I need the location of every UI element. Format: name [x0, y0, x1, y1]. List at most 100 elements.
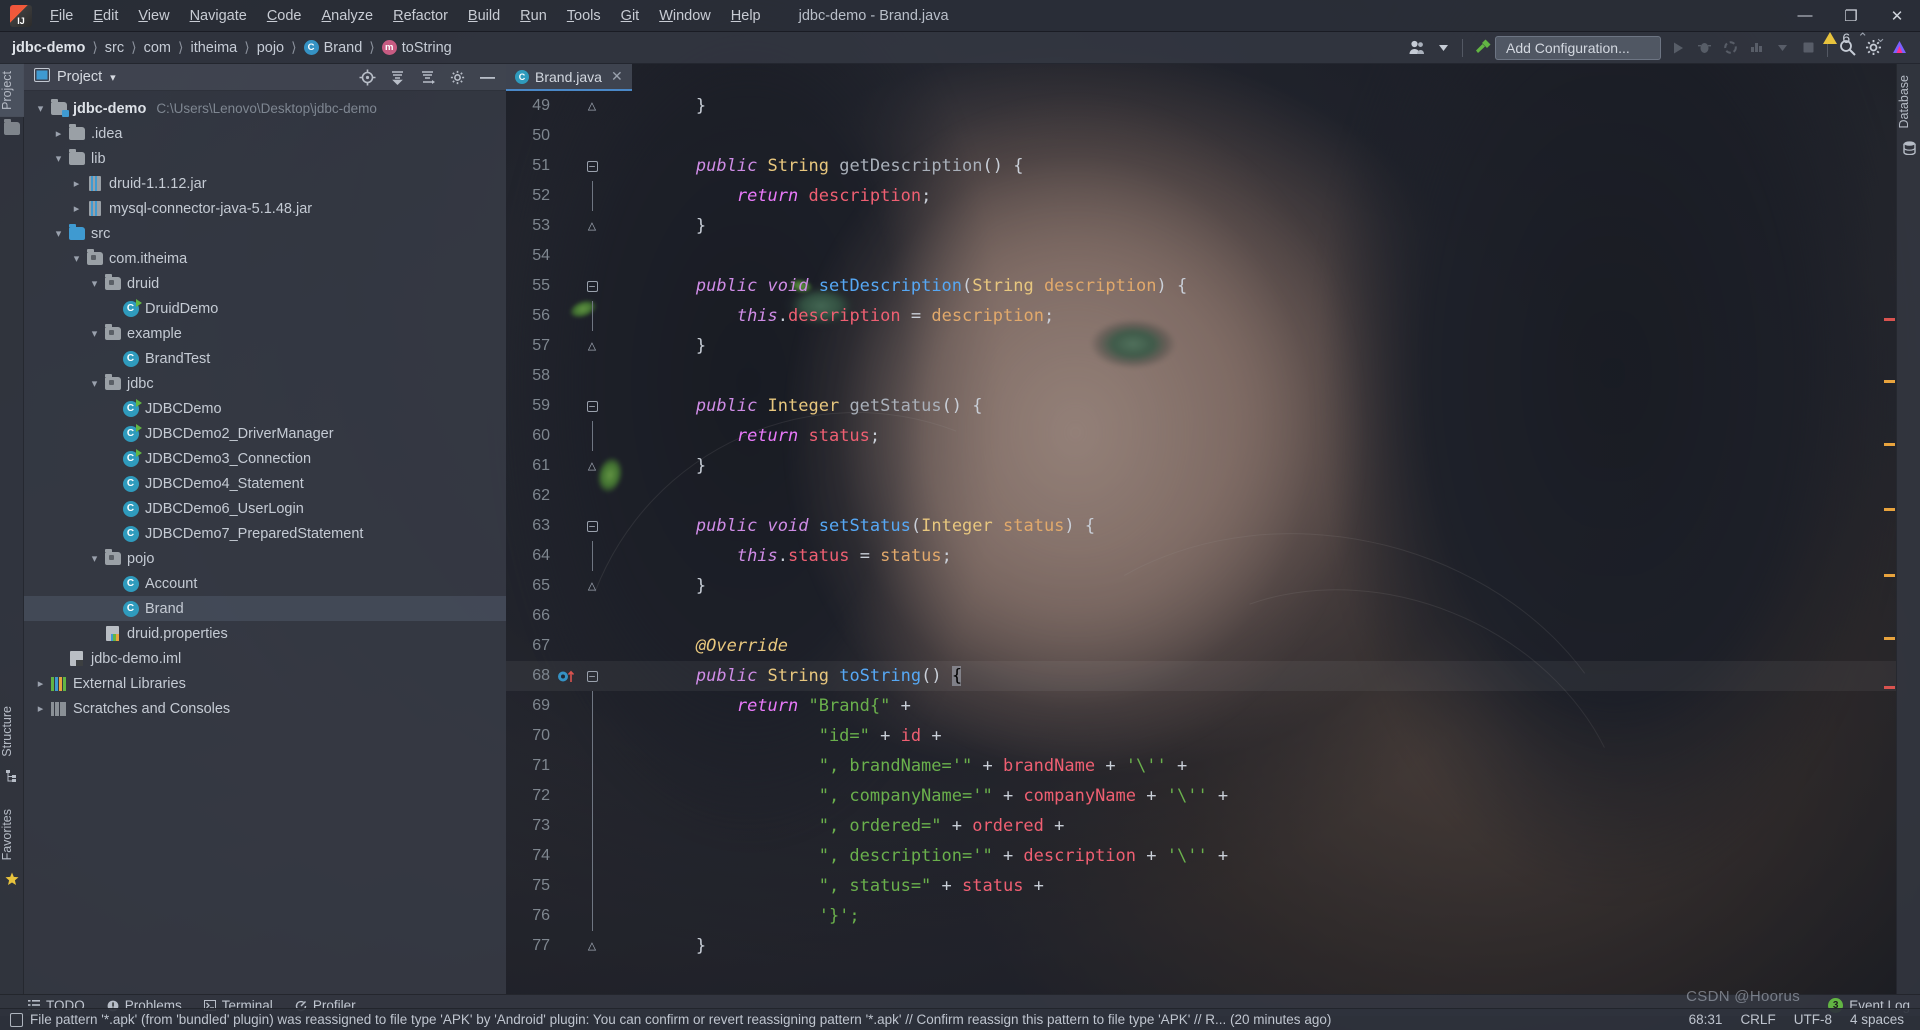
code-text[interactable]: return description;	[604, 186, 932, 206]
editor-tab-brand-java[interactable]: C Brand.java ✕	[506, 64, 632, 91]
chevron-down-icon[interactable]: ▾	[86, 552, 103, 565]
menu-item-build[interactable]: Build	[458, 3, 510, 29]
hammer-build-icon[interactable]	[1469, 35, 1495, 61]
breadcrumb-item-brand[interactable]: C Brand	[303, 40, 362, 56]
breadcrumb-item-pojo[interactable]: pojo	[257, 40, 284, 56]
code-text[interactable]: this.description = description;	[604, 306, 1054, 326]
menu-item-refactor[interactable]: Refactor	[383, 3, 458, 29]
code-text[interactable]: ", brandName='" + brandName + '\'' +	[604, 756, 1188, 776]
tree-node-jdbc-demo-iml[interactable]: · jdbc-demo.iml	[24, 646, 506, 671]
code-line[interactable]: 50	[506, 121, 1896, 151]
editor-viewport[interactable]: 49 △ } 50 51− public String getDescription(…	[506, 91, 1896, 994]
line-number[interactable]: 73	[506, 817, 554, 835]
tree-node-pojo[interactable]: ▾ pojo	[24, 546, 506, 571]
breadcrumb-item-project[interactable]: jdbc-demo	[12, 40, 85, 56]
tree-node-brand[interactable]: ·C Brand	[24, 596, 506, 621]
code-text[interactable]: '}';	[604, 906, 860, 926]
menu-item-code[interactable]: Code	[257, 3, 312, 29]
chevron-down-icon[interactable]	[1769, 35, 1795, 61]
code-line[interactable]: 61 △ }	[506, 451, 1896, 481]
line-number[interactable]: 76	[506, 907, 554, 925]
expand-all-icon[interactable]	[412, 64, 442, 90]
code-line[interactable]: 65 △ }	[506, 571, 1896, 601]
code-lines[interactable]: 49 △ } 50 51− public String getDescription(…	[506, 91, 1896, 994]
next-problem-icon[interactable]: ⌄	[1875, 30, 1886, 46]
code-folding-end-icon[interactable]: △	[580, 219, 604, 233]
caret-position[interactable]: 68:31	[1689, 1012, 1723, 1027]
code-line[interactable]: 53 △ }	[506, 211, 1896, 241]
profile-icon[interactable]	[1743, 35, 1769, 61]
line-number[interactable]: 55	[506, 277, 554, 295]
chevron-down-icon[interactable]	[1430, 35, 1456, 61]
line-number[interactable]: 66	[506, 607, 554, 625]
tree-node-external-libraries[interactable]: ▸ External Libraries	[24, 671, 506, 696]
code-text[interactable]: "id=" + id +	[604, 726, 942, 746]
error-stripe-mark[interactable]	[1884, 686, 1895, 689]
inspection-widget[interactable]: 6 ⌃ ⌄	[1823, 30, 1886, 46]
line-number[interactable]: 74	[506, 847, 554, 865]
line-number[interactable]: 61	[506, 457, 554, 475]
error-stripe-mark[interactable]	[1884, 443, 1895, 446]
breadcrumb-item-itheima[interactable]: itheima	[190, 40, 237, 56]
tree-node-jdbc[interactable]: ▾ jdbc	[24, 371, 506, 396]
run-with-coverage-icon[interactable]	[1717, 35, 1743, 61]
indent-setting[interactable]: 4 spaces	[1850, 1012, 1904, 1027]
chevron-down-icon[interactable]: ▾	[68, 252, 85, 265]
code-line[interactable]: 71 ", brandName='" + brandName + '\'' +	[506, 751, 1896, 781]
menu-item-file[interactable]: File	[40, 3, 83, 29]
breadcrumb-item-tostring[interactable]: m toString	[381, 40, 452, 56]
code-text[interactable]: ", companyName='" + companyName + '\'' +	[604, 786, 1228, 806]
tree-node-jdbcdemo4-statement[interactable]: ·C JDBCDemo4_Statement	[24, 471, 506, 496]
code-line[interactable]: 54	[506, 241, 1896, 271]
code-line[interactable]: 59 − public Integer getStatus() {	[506, 391, 1896, 421]
tree-node-lib[interactable]: ▾ lib	[24, 146, 506, 171]
code-line[interactable]: 60 return status;	[506, 421, 1896, 451]
line-number[interactable]: 72	[506, 787, 554, 805]
code-line[interactable]: 64 this.status = status;	[506, 541, 1896, 571]
collapse-all-icon[interactable]	[382, 64, 412, 90]
tool-window-tab-favorites[interactable]: Favorites	[0, 802, 24, 867]
code-text[interactable]: public void setDescription(String descri…	[604, 276, 1187, 296]
structure-icon[interactable]	[0, 764, 24, 788]
menu-item-analyze[interactable]: Analyze	[312, 3, 384, 29]
tool-window-tab-project[interactable]: Project	[0, 64, 24, 117]
tree-node-mysql-connector-java-5-1-48-jar[interactable]: ▸ mysql-connector-java-5.1.48.jar	[24, 196, 506, 221]
menu-item-window[interactable]: Window	[649, 3, 721, 29]
user-avatar-icon[interactable]	[1404, 35, 1430, 61]
line-number[interactable]: 56	[506, 307, 554, 325]
code-text[interactable]: }	[604, 936, 706, 956]
line-number[interactable]: 52	[506, 187, 554, 205]
line-number[interactable]: 60	[506, 427, 554, 445]
previous-problem-icon[interactable]: ⌃	[1857, 30, 1868, 46]
chevron-down-icon[interactable]: ▾	[32, 102, 49, 115]
code-text[interactable]: ", status=" + status +	[604, 876, 1044, 896]
line-number[interactable]: 65	[506, 577, 554, 595]
tree-node-jdbcdemo7-preparedstatement[interactable]: ·C JDBCDemo7_PreparedStatement	[24, 521, 506, 546]
tree-node-jdbcdemo[interactable]: ·CJDBCDemo	[24, 396, 506, 421]
warning-count-badge[interactable]: 6	[1823, 30, 1850, 46]
line-number[interactable]: 69	[506, 697, 554, 715]
override-method-gutter-icon[interactable]	[554, 669, 580, 684]
tree-node-druiddemo[interactable]: ·CDruidDemo	[24, 296, 506, 321]
code-folding-start-icon[interactable]: −	[580, 520, 604, 532]
locate-target-icon[interactable]	[352, 64, 382, 90]
run-icon[interactable]	[1665, 35, 1691, 61]
chevron-down-icon[interactable]: ▾	[86, 377, 103, 390]
breadcrumb-item-com[interactable]: com	[144, 40, 171, 56]
tree-node-src[interactable]: ▾ src	[24, 221, 506, 246]
database-icon[interactable]	[1897, 136, 1920, 160]
chevron-down-icon[interactable]: ▾	[86, 327, 103, 340]
tree-node-jdbcdemo6-userlogin[interactable]: ·C JDBCDemo6_UserLogin	[24, 496, 506, 521]
folder-icon[interactable]	[0, 117, 24, 141]
close-button[interactable]: ✕	[1874, 0, 1920, 32]
code-text[interactable]: public String toString() {	[604, 666, 962, 686]
chevron-right-icon[interactable]: ▸	[32, 702, 49, 715]
chevron-down-icon[interactable]: ▾	[86, 277, 103, 290]
code-line[interactable]: 72 ", companyName='" + companyName + '\'…	[506, 781, 1896, 811]
breadcrumb-item-src[interactable]: src	[105, 40, 124, 56]
tree-node-druid-properties[interactable]: · druid.properties	[24, 621, 506, 646]
error-stripe-mark[interactable]	[1884, 318, 1895, 321]
notification-icon[interactable]	[10, 1012, 23, 1027]
line-number[interactable]: 54	[506, 247, 554, 265]
code-line[interactable]: 55 − public void setDescription(String de…	[506, 271, 1896, 301]
